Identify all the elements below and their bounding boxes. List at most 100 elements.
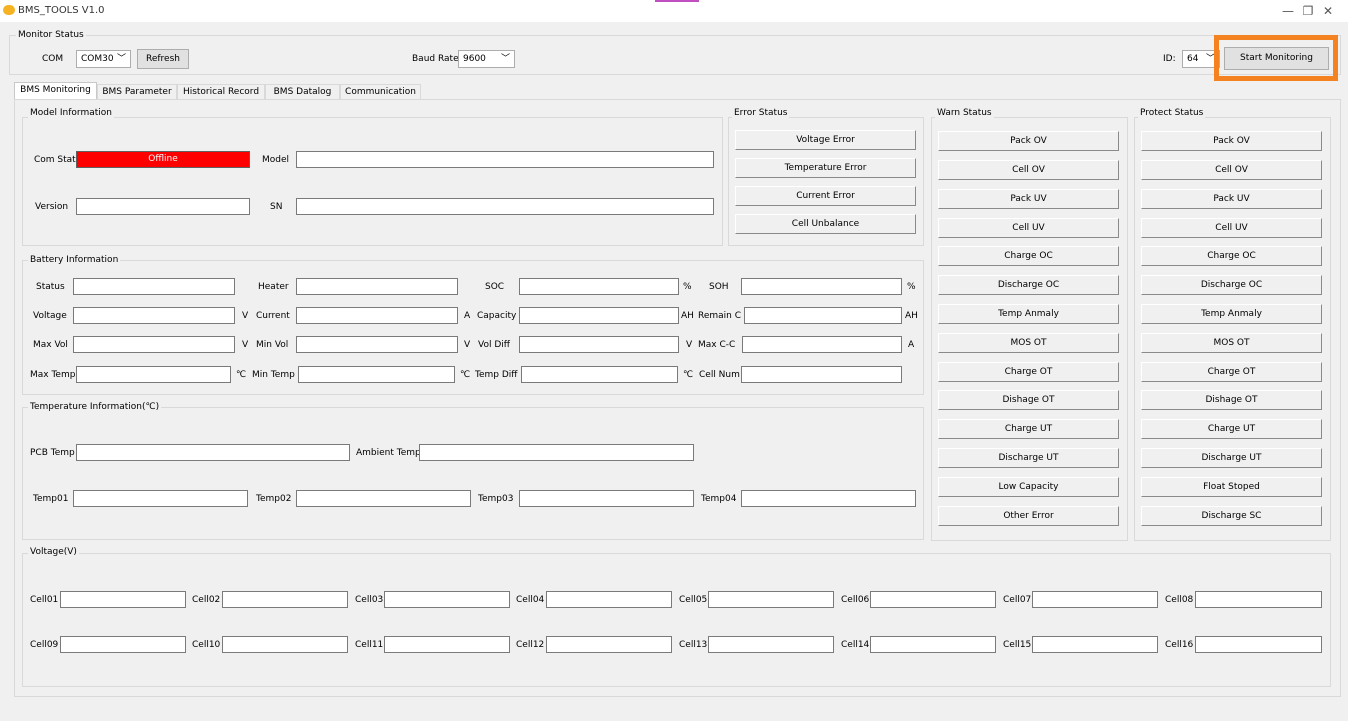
protect-discharge-ut: Discharge UT <box>1141 448 1322 468</box>
cell08-field[interactable] <box>1195 591 1322 608</box>
title-bar: BMS_TOOLS V1.0 — ❐ ✕ <box>0 0 1348 22</box>
capacity-field[interactable] <box>519 307 679 324</box>
remain-c-field[interactable] <box>744 307 902 324</box>
current-field[interactable] <box>296 307 458 324</box>
cell12-label: Cell12 <box>516 640 545 650</box>
protect-charge-oc: Charge OC <box>1141 246 1322 266</box>
protect-float-stoped: Float Stoped <box>1141 477 1322 497</box>
warn-discharge-ut: Discharge UT <box>938 448 1119 468</box>
temp01-field[interactable] <box>73 490 248 507</box>
baud-rate-label: Baud Rate <box>412 54 459 64</box>
cell08-label: Cell08 <box>1165 595 1194 605</box>
soh-label: SOH <box>709 282 729 292</box>
temp-diff-field[interactable] <box>521 366 678 383</box>
cell04-field[interactable] <box>546 591 672 608</box>
pcb-temp-field[interactable] <box>76 444 350 461</box>
min-temp-field[interactable] <box>298 366 455 383</box>
tab-bms-datalog[interactable]: BMS Datalog <box>265 84 340 99</box>
temperature-info-group <box>22 407 924 540</box>
model-info-title: Model Information <box>28 108 114 118</box>
protect-charge-ot: Charge OT <box>1141 362 1322 382</box>
cell05-field[interactable] <box>708 591 834 608</box>
baud-value: 9600 <box>463 54 486 64</box>
cell12-field[interactable] <box>546 636 672 653</box>
temp04-label: Temp04 <box>701 494 737 504</box>
model-field[interactable] <box>296 151 714 168</box>
pcb-temp-label: PCB Temp <box>30 448 75 458</box>
com-state-value: Offline <box>76 151 250 168</box>
max-vol-label: Max Vol <box>33 340 68 350</box>
monitor-status-title: Monitor Status <box>16 30 86 40</box>
voltage-unit: V <box>242 311 249 321</box>
voltage-field[interactable] <box>73 307 235 324</box>
max-temp-unit: ℃ <box>236 370 247 380</box>
min-vol-field[interactable] <box>296 336 458 353</box>
heater-field[interactable] <box>296 278 458 295</box>
warn-other-error: Other Error <box>938 506 1119 526</box>
tab-bms-monitoring[interactable]: BMS Monitoring <box>14 82 97 100</box>
status-field[interactable] <box>73 278 235 295</box>
cell02-field[interactable] <box>222 591 348 608</box>
cell06-field[interactable] <box>870 591 996 608</box>
cell04-label: Cell04 <box>516 595 545 605</box>
monitor-status-group <box>9 35 1341 75</box>
soh-field[interactable] <box>741 278 902 295</box>
com-value: COM30 <box>81 54 114 64</box>
cell10-field[interactable] <box>222 636 348 653</box>
temp02-field[interactable] <box>296 490 471 507</box>
temp04-field[interactable] <box>741 490 916 507</box>
cell10-label: Cell10 <box>192 640 221 650</box>
cell07-field[interactable] <box>1032 591 1158 608</box>
tab-communication[interactable]: Communication <box>340 84 421 99</box>
max-vol-field[interactable] <box>73 336 235 353</box>
com-select[interactable]: COM30 ﹀ <box>76 50 131 68</box>
com-label: COM <box>42 54 64 64</box>
max-temp-field[interactable] <box>76 366 231 383</box>
tab-historical-record[interactable]: Historical Record <box>177 84 265 99</box>
current-unit: A <box>464 311 471 321</box>
soc-label: SOC <box>485 282 505 292</box>
cell14-field[interactable] <box>870 636 996 653</box>
error-status-title: Error Status <box>732 108 790 118</box>
ambient-temp-field[interactable] <box>419 444 694 461</box>
cell11-field[interactable] <box>384 636 510 653</box>
protect-discharge-oc: Discharge OC <box>1141 275 1322 295</box>
close-button[interactable]: ✕ <box>1308 0 1348 22</box>
protect-cell-uv: Cell UV <box>1141 218 1322 238</box>
cell05-label: Cell05 <box>679 595 708 605</box>
protect-mos-ot: MOS OT <box>1141 333 1322 353</box>
soc-unit: % <box>683 282 692 292</box>
protect-dishage-ot: Dishage OT <box>1141 390 1322 410</box>
cell14-label: Cell14 <box>841 640 870 650</box>
refresh-button[interactable]: Refresh <box>137 49 189 69</box>
model-info-group <box>22 117 723 246</box>
cell01-field[interactable] <box>60 591 186 608</box>
heater-label: Heater <box>258 282 289 292</box>
soc-field[interactable] <box>519 278 679 295</box>
max-cc-field[interactable] <box>742 336 902 353</box>
warn-discharge-oc: Discharge OC <box>938 275 1119 295</box>
cell03-field[interactable] <box>384 591 510 608</box>
min-vol-unit: V <box>464 340 471 350</box>
min-temp-unit: ℃ <box>460 370 471 380</box>
version-field[interactable] <box>76 198 250 215</box>
vol-diff-label: Vol Diff <box>478 340 510 350</box>
id-value: 64 <box>1187 54 1199 64</box>
cell-num-field[interactable] <box>741 366 902 383</box>
temp-diff-label: Temp Diff <box>475 370 518 380</box>
status-label: Status <box>36 282 65 292</box>
baud-rate-select[interactable]: 9600 ﹀ <box>458 50 515 68</box>
temp03-field[interactable] <box>519 490 694 507</box>
vol-diff-field[interactable] <box>519 336 679 353</box>
voltage-title: Voltage(V) <box>28 547 79 557</box>
temp01-label: Temp01 <box>33 494 69 504</box>
cell09-field[interactable] <box>60 636 186 653</box>
cell09-label: Cell09 <box>30 640 59 650</box>
cell-num-label: Cell Num <box>699 370 740 380</box>
tab-bms-parameter[interactable]: BMS Parameter <box>97 84 177 99</box>
cell13-field[interactable] <box>708 636 834 653</box>
cell16-field[interactable] <box>1195 636 1322 653</box>
cell15-field[interactable] <box>1032 636 1158 653</box>
protect-pack-ov: Pack OV <box>1141 131 1322 151</box>
sn-field[interactable] <box>296 198 714 215</box>
